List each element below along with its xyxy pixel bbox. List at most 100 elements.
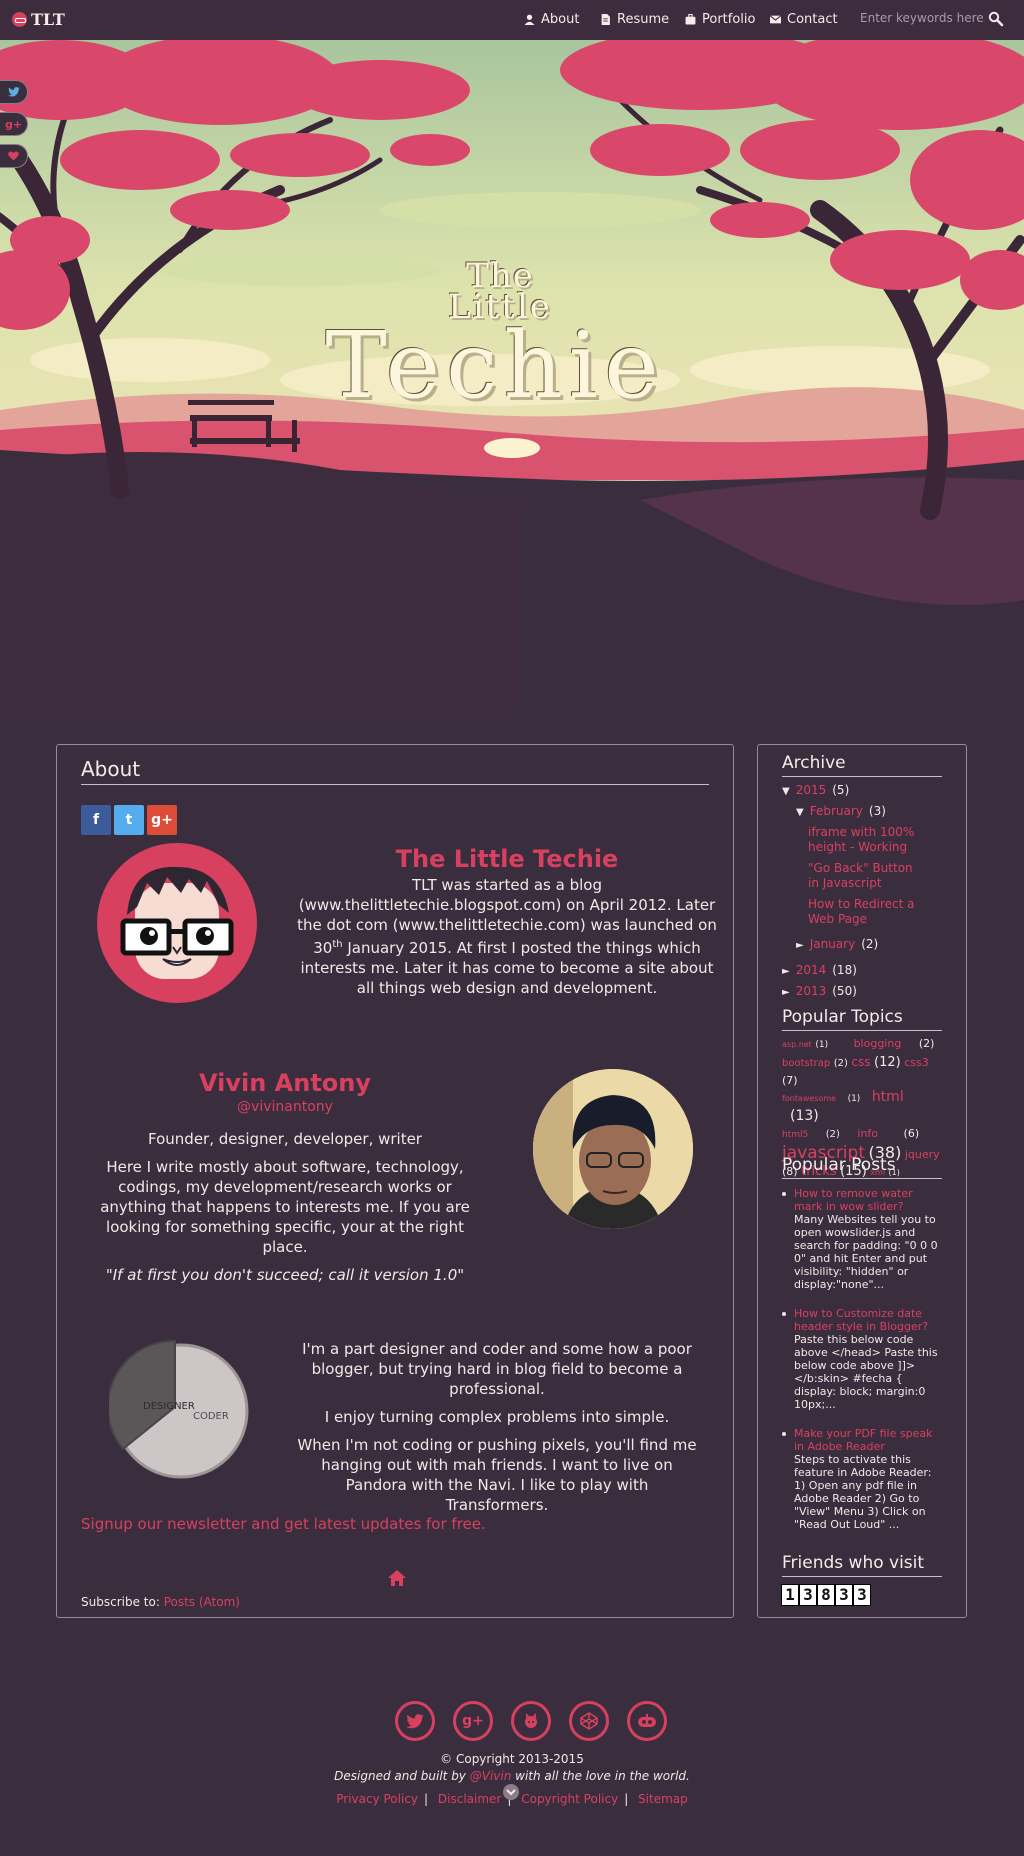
person-icon xyxy=(524,14,535,25)
search-icon[interactable] xyxy=(988,11,1004,27)
author-role: Founder, designer, developer, writer xyxy=(148,1130,422,1148)
tag-link[interactable]: fontawesome xyxy=(782,1094,836,1103)
collapsed-arrow-icon[interactable]: ► xyxy=(782,985,790,1000)
home-icon[interactable] xyxy=(387,1569,407,1587)
nav-contact[interactable]: Contact xyxy=(770,12,838,27)
tag-link[interactable]: bootstrap xyxy=(782,1058,830,1069)
skills-para-2: I enjoy turning complex problems into si… xyxy=(324,1408,670,1426)
briefcase-icon xyxy=(685,14,696,25)
site-name-heading: The Little Techie xyxy=(395,845,619,873)
archive-january[interactable]: January xyxy=(810,937,856,952)
archive-heading: Archive xyxy=(782,753,942,777)
popular-topics-heading: Popular Topics xyxy=(782,1007,942,1031)
logo-icon xyxy=(12,12,27,27)
author-quote: "If at first you don't succeed; call it … xyxy=(105,1266,465,1284)
document-icon xyxy=(601,14,610,25)
google-plus-icon: g+ xyxy=(4,117,23,131)
expanded-arrow-icon[interactable]: ▼ xyxy=(782,784,790,799)
tag-link[interactable]: html5 xyxy=(782,1130,808,1140)
popular-post-title[interactable]: How to Customize date header style in Bl… xyxy=(794,1307,942,1333)
counter-digit: 3 xyxy=(835,1584,853,1606)
skills-text: I'm a part designer and coder and some h… xyxy=(297,1339,697,1515)
archive-post-link[interactable]: "Go Back" Button in Javascript xyxy=(808,861,916,891)
site-logo[interactable]: TLT xyxy=(12,10,65,29)
search-input[interactable] xyxy=(860,11,985,25)
subscribe-atom-link[interactable]: Posts (Atom) xyxy=(164,1595,240,1609)
top-navbar: TLT About Resume Portfolio Contact xyxy=(0,0,1024,40)
counter-digit: 1 xyxy=(781,1584,799,1606)
popular-post-title[interactable]: How to remove water mark in wow slider? xyxy=(794,1187,942,1213)
archive-post-link[interactable]: How to Redirect a Web Page xyxy=(808,897,916,927)
github-icon[interactable] xyxy=(511,1701,551,1741)
collapsed-arrow-icon[interactable]: ► xyxy=(796,938,804,953)
popular-posts-heading: Popular Posts xyxy=(782,1155,942,1179)
expanded-arrow-icon[interactable]: ▼ xyxy=(796,805,804,820)
skills-para-3: When I'm not coding or pushing pixels, y… xyxy=(297,1436,697,1514)
tag-link[interactable]: asp.net xyxy=(782,1040,812,1049)
google-plus-icon[interactable]: g+ xyxy=(453,1701,493,1741)
visitor-counter-widget: Friends who visit 13833 xyxy=(781,1553,942,1606)
tag-link[interactable]: blogging xyxy=(854,1037,902,1050)
share-love-tab[interactable] xyxy=(0,144,28,168)
popular-post-snippet: Paste this below code above </head> Past… xyxy=(794,1333,938,1411)
archive-post-link[interactable]: iframe with 100% height - Working xyxy=(808,825,916,855)
hero-title-line3: Techie xyxy=(325,312,665,419)
twitter-share-button[interactable]: t xyxy=(114,805,144,835)
share-googleplus-tab[interactable]: g+ xyxy=(0,112,28,136)
copyright-text: © Copyright 2013-2015 xyxy=(440,1752,584,1766)
subscribe-line: Subscribe to: Posts (Atom) xyxy=(81,1595,240,1609)
tag-link[interactable]: info xyxy=(857,1127,878,1140)
skills-para-1: I'm a part designer and coder and some h… xyxy=(302,1340,692,1398)
archive-february[interactable]: February xyxy=(810,804,863,819)
hero-banner: The Little Techie xyxy=(0,40,1024,710)
tag-link[interactable]: css3 xyxy=(904,1056,929,1069)
popular-post-item: How to Customize date header style in Bl… xyxy=(782,1307,942,1411)
tag-link[interactable]: html xyxy=(872,1089,904,1105)
twitter-icon: t xyxy=(125,812,133,828)
twitter-icon[interactable] xyxy=(395,1701,435,1741)
author-intro: Vivin Antony @vivinantony Founder, desig… xyxy=(85,1069,485,1285)
popular-post-item: How to remove water mark in wow slider? … xyxy=(782,1187,942,1291)
designer-coder-pie-chart: DESIGNER CODER xyxy=(109,1339,249,1479)
disclaimer-link[interactable]: Disclaimer xyxy=(438,1792,501,1806)
twitter-icon xyxy=(7,87,20,97)
popular-posts-widget: Popular Posts How to remove water mark i… xyxy=(782,1155,942,1547)
dribbble-icon[interactable] xyxy=(627,1701,667,1741)
about-heading: About xyxy=(81,757,709,785)
privacy-policy-link[interactable]: Privacy Policy xyxy=(336,1792,418,1806)
popular-post-title[interactable]: Make your PDF file speak in Adobe Reader xyxy=(794,1427,942,1453)
pie-label-coder: CODER xyxy=(193,1411,229,1422)
author-name: Vivin Antony xyxy=(198,1069,372,1097)
nav-portfolio[interactable]: Portfolio xyxy=(685,12,755,27)
scroll-top-icon[interactable] xyxy=(502,1783,520,1801)
codepen-icon[interactable] xyxy=(569,1701,609,1741)
facebook-share-button[interactable]: f xyxy=(81,805,111,835)
footer-social-icons: g+ xyxy=(395,1701,667,1741)
archive-2014[interactable]: 2014 xyxy=(796,963,827,978)
google-plus-icon: g+ xyxy=(151,812,173,828)
cartoon-avatar xyxy=(97,843,257,1003)
visitor-counter: 13833 xyxy=(781,1584,942,1606)
archive-2013[interactable]: 2013 xyxy=(796,984,827,999)
author-handle[interactable]: @vivinantony xyxy=(85,1099,485,1115)
counter-digit: 3 xyxy=(799,1584,817,1606)
author-link[interactable]: @Vivin xyxy=(470,1769,512,1783)
tlt-intro: The Little Techie TLT was started as a b… xyxy=(297,845,717,998)
sitemap-link[interactable]: Sitemap xyxy=(638,1792,688,1806)
popular-post-item: Make your PDF file speak in Adobe Reader… xyxy=(782,1427,942,1531)
tag-link[interactable]: css xyxy=(851,1055,870,1069)
archive-2015[interactable]: 2015 xyxy=(796,783,827,798)
counter-digit: 3 xyxy=(853,1584,871,1606)
site-description: TLT was started as a blog (www.thelittle… xyxy=(297,876,717,997)
friends-heading: Friends who visit xyxy=(782,1553,942,1577)
nav-about[interactable]: About xyxy=(524,12,579,27)
logo-text: TLT xyxy=(31,10,65,29)
googleplus-share-button[interactable]: g+ xyxy=(147,805,177,835)
copyright-policy-link[interactable]: Copyright Policy xyxy=(521,1792,618,1806)
newsletter-link[interactable]: Signup our newsletter and get latest upd… xyxy=(81,1515,486,1533)
archive-widget: Archive ▼ 2015 (5) ▼ February (3) iframe wit… xyxy=(782,753,942,1005)
author-bio: Here I write mostly about software, tech… xyxy=(100,1158,470,1256)
share-twitter-tab[interactable] xyxy=(0,80,28,104)
collapsed-arrow-icon[interactable]: ► xyxy=(782,964,790,979)
nav-resume[interactable]: Resume xyxy=(600,12,669,27)
